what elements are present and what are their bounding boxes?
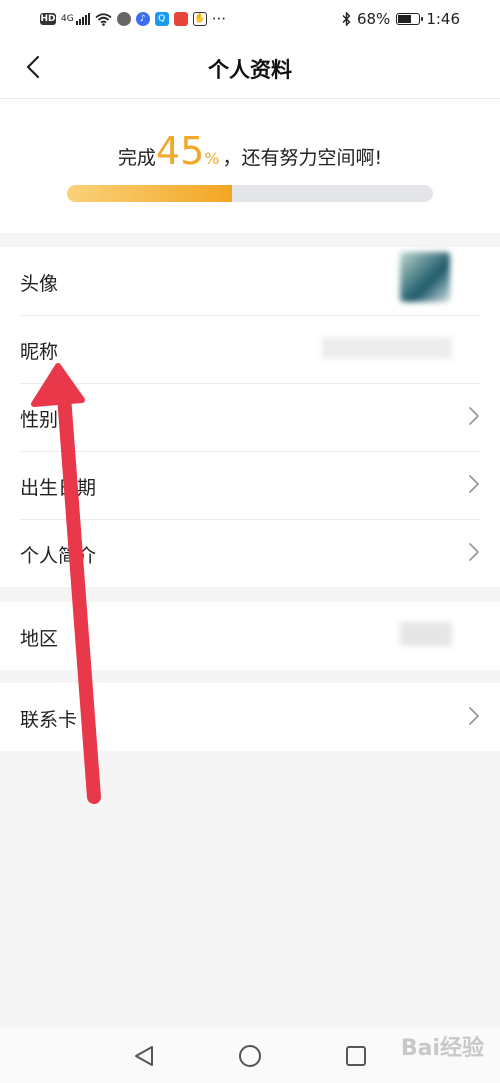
row-label-region: 地区	[20, 628, 59, 650]
row-gender[interactable]: 性别	[0, 383, 500, 451]
bluetooth-icon	[342, 12, 351, 26]
hd-badge: HD	[40, 13, 56, 25]
profile-group-basic: 头像 昵称 性别 出生日期 个人简介	[0, 247, 500, 587]
row-label-bio: 个人简介	[20, 545, 97, 567]
search-app-icon: Q	[154, 12, 169, 26]
signal-icon	[75, 13, 90, 25]
wifi-icon	[95, 12, 112, 26]
battery-icon	[396, 13, 424, 25]
chevron-right-icon	[469, 407, 480, 425]
row-label-contact-card: 联系卡	[20, 709, 78, 731]
chevron-right-icon	[469, 543, 480, 561]
completion-percent: 45	[155, 129, 205, 173]
square-recent-icon[interactable]	[342, 1042, 370, 1070]
red-app-icon	[173, 12, 188, 26]
row-bio[interactable]: 个人简介	[0, 519, 500, 587]
more-notifications-icon: ···	[211, 10, 227, 28]
status-bar: HD 4G ♪ Q ✋ ··· 68% 1:46	[0, 0, 500, 38]
profile-completion-card: 完成45% ，还有努力空间啊!	[0, 99, 500, 233]
profile-group-region: 地区	[0, 602, 500, 670]
row-region[interactable]: 地区	[0, 602, 500, 670]
row-label-nickname: 昵称	[20, 341, 59, 363]
completion-suffix: ，还有努力空间啊!	[222, 147, 383, 169]
clock: 1:46	[426, 10, 460, 28]
completion-text: 完成45% ，还有努力空间啊!	[0, 129, 500, 173]
avatar[interactable]	[400, 252, 450, 302]
profile-group-contact: 联系卡	[0, 683, 500, 751]
status-left: HD 4G ♪ Q ✋ ···	[40, 10, 226, 28]
row-label-avatar: 头像	[20, 273, 59, 295]
completion-progress-bar	[67, 185, 433, 202]
row-contact-card[interactable]: 联系卡	[0, 683, 500, 751]
row-label-gender: 性别	[20, 409, 59, 431]
hand-app-icon: ✋	[192, 12, 207, 26]
nickname-value-blurred	[322, 337, 452, 359]
region-value-blurred	[400, 622, 452, 646]
row-birthday[interactable]: 出生日期	[0, 451, 500, 519]
status-right: 68% 1:46	[342, 10, 460, 28]
page-title: 个人资料	[208, 58, 292, 82]
music-app-icon: ♪	[135, 12, 150, 26]
circle-home-icon[interactable]	[236, 1042, 264, 1070]
completion-prefix: 完成	[117, 147, 156, 169]
row-avatar[interactable]: 头像	[0, 247, 500, 315]
row-nickname[interactable]: 昵称	[0, 315, 500, 383]
battery-percent: 68%	[356, 10, 391, 28]
watermark: Bai经验	[400, 1036, 484, 1061]
completion-percent-sign: %	[204, 149, 220, 168]
robot-app-icon	[116, 12, 131, 26]
network-type: 4G	[61, 14, 74, 24]
triangle-back-icon[interactable]	[130, 1042, 158, 1070]
row-label-birthday: 出生日期	[20, 477, 97, 499]
completion-progress-fill	[67, 185, 232, 202]
chevron-right-icon	[469, 475, 480, 493]
chevron-right-icon	[469, 707, 480, 725]
page-header: 个人资料	[0, 38, 500, 99]
